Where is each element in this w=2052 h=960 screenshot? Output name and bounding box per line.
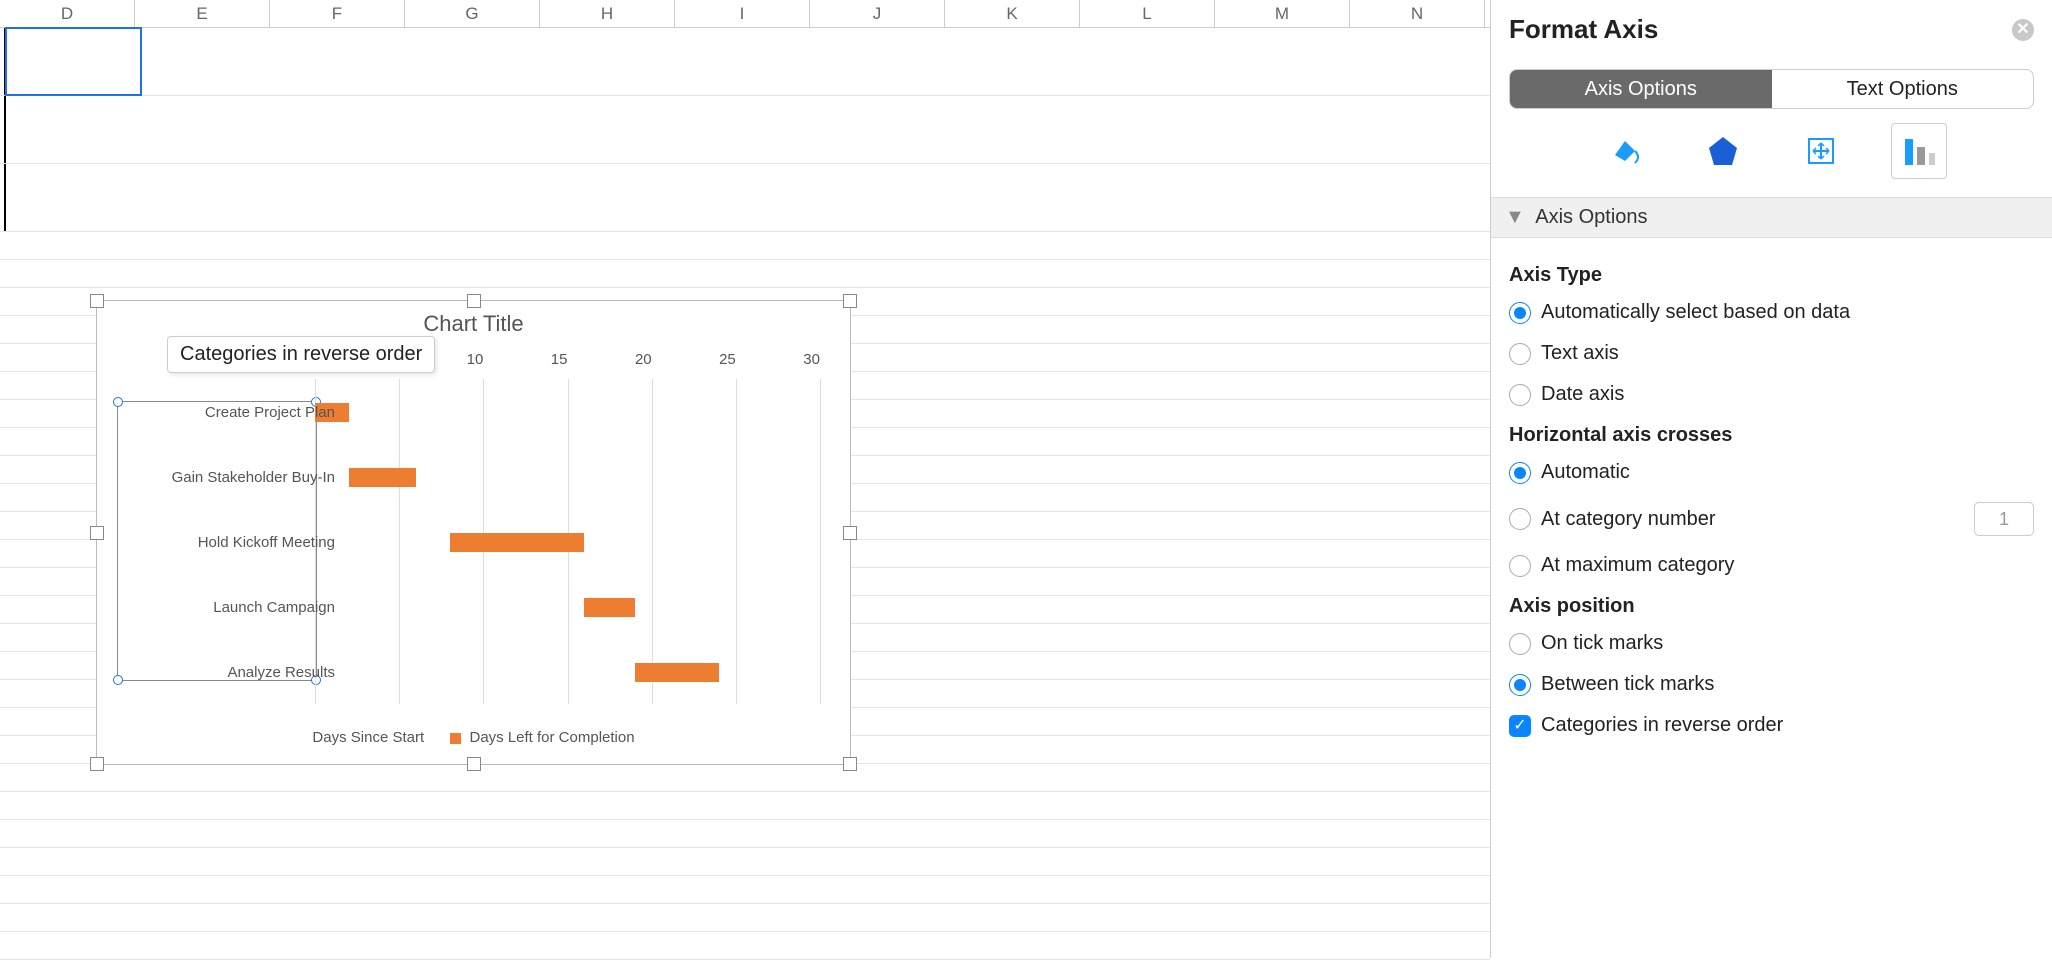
section-axis-options-header[interactable]: ▼ Axis Options [1491,197,2052,238]
radio-axis-type-text[interactable]: Text axis [1509,342,2034,365]
spreadsheet-grid[interactable]: DEFGHIJKLMN Chart Title Categories in re… [0,0,1490,958]
axis-handle[interactable] [113,675,123,685]
chart-resize-handle[interactable] [843,526,857,540]
column-header[interactable]: E [135,0,270,27]
category-axis-label[interactable]: Hold Kickoff Meeting [198,534,335,551]
hover-tooltip: Categories in reverse order [167,336,435,373]
chart-resize-handle[interactable] [90,294,104,308]
legend-item-label: Days Left for Completion [469,729,634,746]
chart-resize-handle[interactable] [90,757,104,771]
panel-title: Format Axis [1509,14,1658,45]
axis-options-icon[interactable] [1891,123,1947,179]
radio-axis-pos-between-tick[interactable]: Between tick marks [1509,673,2034,696]
legend-item-label: Days Since Start [312,729,424,746]
tab-text-options[interactable]: Text Options [1772,70,2034,108]
chart-resize-handle[interactable] [467,757,481,771]
radio-icon [1509,633,1531,655]
chart-resize-handle[interactable] [843,757,857,771]
category-axis-label[interactable]: Gain Stakeholder Buy-In [172,469,335,486]
fill-line-icon[interactable] [1597,123,1653,179]
radio-axis-type-auto[interactable]: Automatically select based on data [1509,301,2034,324]
format-axis-panel: Format Axis ✕ Axis Options Text Options … [1490,0,2052,958]
axis-handle[interactable] [113,397,123,407]
category-axis-label[interactable]: Launch Campaign [213,599,335,616]
close-panel-button[interactable]: ✕ [2012,19,2034,41]
triangle-down-icon: ▼ [1505,206,1525,229]
radio-icon [1509,302,1531,324]
chart-resize-handle[interactable] [467,294,481,308]
chart-legend[interactable]: Days Since Start Days Left for Completio… [97,729,850,746]
category-axis-label[interactable]: Create Project Plan [205,404,335,421]
data-bar[interactable] [584,598,635,617]
radio-icon [1509,555,1531,577]
column-header[interactable]: L [1080,0,1215,27]
data-bar[interactable] [450,533,585,552]
radio-icon [1509,462,1531,484]
radio-axis-pos-on-tick[interactable]: On tick marks [1509,632,2034,655]
tab-axis-options[interactable]: Axis Options [1510,70,1772,108]
chart-object[interactable]: Chart Title Categories in reverse order … [96,300,851,765]
effects-icon[interactable] [1695,123,1751,179]
radio-h-crosses-maxcat[interactable]: At maximum category [1509,554,2034,577]
column-headers: DEFGHIJKLMN [0,0,1490,28]
data-bar[interactable] [635,663,719,682]
checkbox-reverse-order[interactable]: ✓ Categories in reverse order [1509,714,2034,737]
axis-position-label: Axis position [1509,595,2034,618]
radio-icon [1509,343,1531,365]
selected-cell[interactable] [6,28,141,95]
radio-icon [1509,384,1531,406]
column-header[interactable]: I [675,0,810,27]
chart-resize-handle[interactable] [843,294,857,308]
column-header[interactable]: H [540,0,675,27]
column-header[interactable]: J [810,0,945,27]
plot-area[interactable]: 051015202530 [315,379,820,704]
panel-tabs: Axis Options Text Options [1509,69,2034,109]
column-header[interactable]: F [270,0,405,27]
column-header[interactable]: D [0,0,135,27]
radio-axis-type-date[interactable]: Date axis [1509,383,2034,406]
radio-h-crosses-auto[interactable]: Automatic [1509,461,2034,484]
radio-icon [1509,674,1531,696]
radio-h-crosses-catnum[interactable]: At category number 1 [1509,502,2034,536]
category-number-input[interactable]: 1 [1974,502,2034,536]
column-header[interactable]: G [405,0,540,27]
axis-type-label: Axis Type [1509,264,2034,287]
legend-swatch [450,733,461,744]
category-axis-label[interactable]: Analyze Results [227,664,335,681]
column-header[interactable]: K [945,0,1080,27]
chart-title[interactable]: Chart Title [97,311,850,337]
size-properties-icon[interactable] [1793,123,1849,179]
h-crosses-label: Horizontal axis crosses [1509,424,2034,447]
column-header[interactable]: M [1215,0,1350,27]
data-bar[interactable] [349,468,416,487]
chart-resize-handle[interactable] [90,526,104,540]
checkbox-icon: ✓ [1509,715,1531,737]
column-header[interactable]: N [1350,0,1485,27]
radio-icon [1509,508,1531,530]
